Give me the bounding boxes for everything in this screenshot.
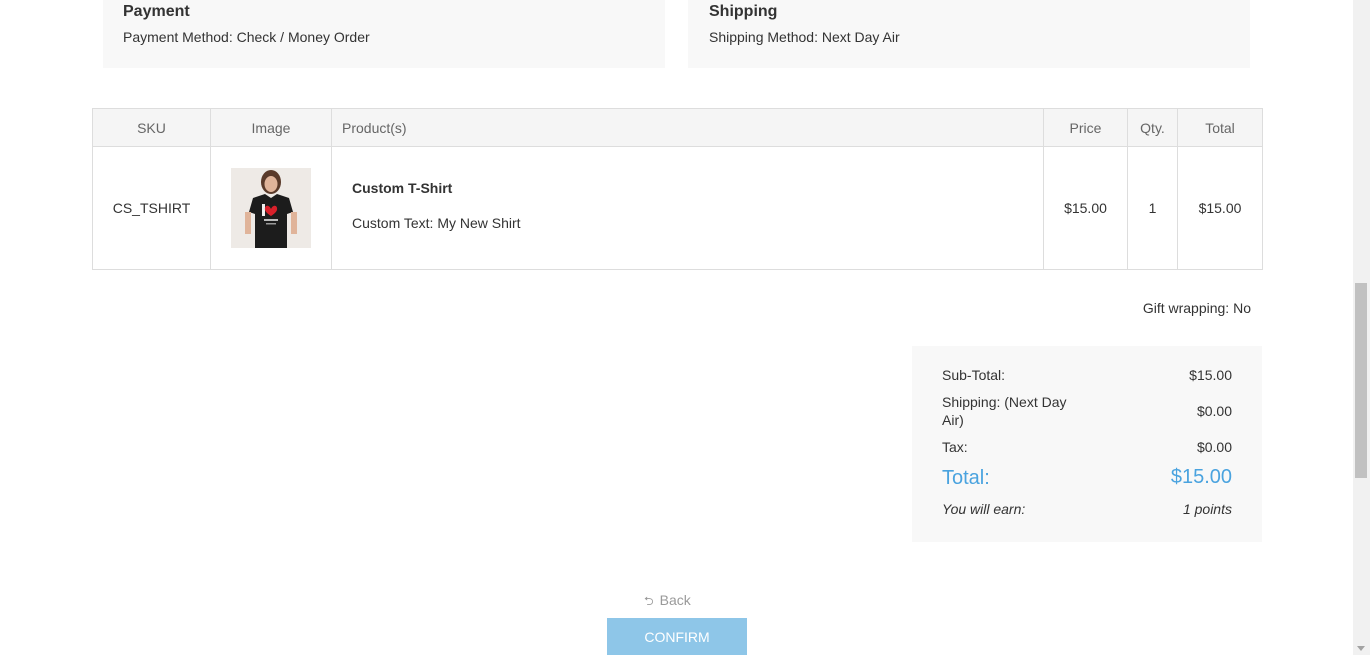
shipping-title: Shipping <box>709 3 778 20</box>
scrollbar-thumb[interactable] <box>1355 283 1367 478</box>
reward-points-value: 1 points <box>1182 501 1232 517</box>
gift-wrapping-text: Gift wrapping: No <box>1142 300 1251 316</box>
page-scrollbar[interactable] <box>1353 0 1370 655</box>
grand-total-value: $15.00 <box>1170 466 1232 488</box>
product-option: Custom Text: My New Shirt <box>352 214 521 231</box>
row-sku: CS_TSHIRT <box>92 146 211 270</box>
back-label: Back <box>659 592 691 608</box>
tshirt-image[interactable] <box>231 168 311 248</box>
table-row: CS_TSHIRT Custom T-Shirt Custom Text: My… <box>92 146 1263 270</box>
payment-title: Payment <box>123 3 190 20</box>
products-table: SKU Image Product(s) Price Qty. Total CS… <box>92 108 1263 270</box>
tax-value: $0.00 <box>1196 439 1232 455</box>
scroll-down-arrow-icon[interactable] <box>1357 646 1365 651</box>
shipping-total-label: Shipping: (Next Day Air) <box>942 394 1067 428</box>
header-price: Price <box>1043 108 1128 147</box>
product-name[interactable]: Custom T-Shirt <box>352 180 1043 196</box>
reward-points-label: You will earn: <box>942 501 1026 517</box>
order-totals-box: Sub-Total: $15.00 Shipping: (Next Day Ai… <box>912 346 1262 542</box>
subtotal-value: $15.00 <box>1189 367 1232 383</box>
back-link[interactable]: ⮌ Back <box>644 592 691 609</box>
payment-info-box: Payment Payment Method: Check / Money Or… <box>103 0 665 68</box>
products-table-header: SKU Image Product(s) Price Qty. Total <box>92 108 1263 147</box>
confirm-button[interactable]: CONFIRM <box>607 618 747 655</box>
row-price: $15.00 <box>1043 146 1128 270</box>
row-total: $15.00 <box>1177 146 1263 270</box>
shipping-method-text: Shipping Method: Next Day Air <box>709 29 900 45</box>
header-total: Total <box>1177 108 1263 147</box>
header-qty: Qty. <box>1127 108 1178 147</box>
payment-method-text: Payment Method: Check / Money Order <box>123 29 370 45</box>
header-sku: SKU <box>92 108 211 147</box>
grand-total-label: Total: <box>942 467 990 489</box>
subtotal-label: Sub-Total: <box>942 367 1006 383</box>
row-qty: 1 <box>1127 146 1178 270</box>
checkout-confirm-page: Payment Payment Method: Check / Money Or… <box>0 0 1370 655</box>
row-product-cell: Custom T-Shirt Custom Text: My New Shirt <box>331 146 1044 270</box>
back-arrow-icon: ⮌ <box>644 594 654 608</box>
shipping-total-value: $0.00 <box>1196 403 1232 419</box>
header-image: Image <box>210 108 332 147</box>
tax-label: Tax: <box>942 439 968 455</box>
shipping-info-box: Shipping Shipping Method: Next Day Air <box>688 0 1250 68</box>
row-image-cell <box>210 146 332 270</box>
header-products: Product(s) <box>331 108 1044 147</box>
